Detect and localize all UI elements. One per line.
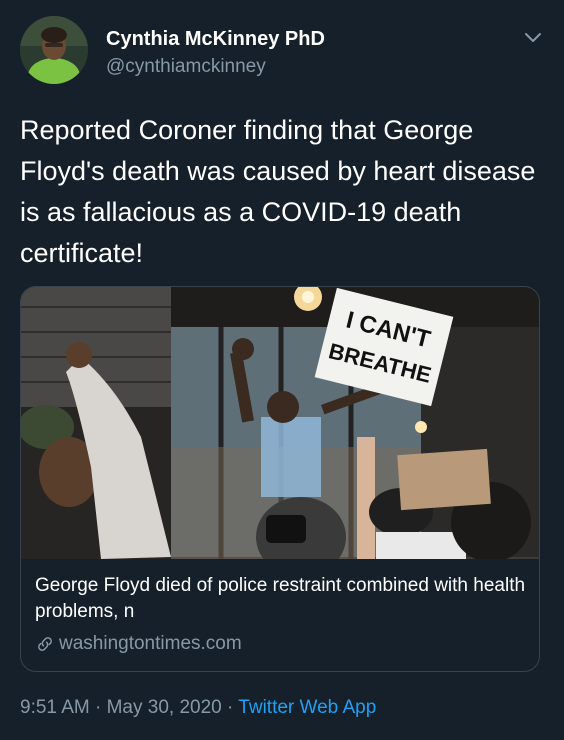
link-icon <box>38 637 52 651</box>
card-photo: I CAN'T BREATHE <box>21 287 539 559</box>
card-title: George Floyd died of police restraint co… <box>35 575 526 622</box>
card-body: George Floyd died of police restraint co… <box>35 573 529 655</box>
tweet-footer: 9:51 AM · May 30, 2020 · Twitter Web App <box>20 697 376 719</box>
tweet-date[interactable]: May 30, 2020 <box>107 697 222 718</box>
avatar[interactable] <box>20 16 88 84</box>
card-domain-text: washingtontimes.com <box>59 633 242 654</box>
tweet-text: Reported Coroner finding that George Flo… <box>20 115 536 268</box>
tweet-time[interactable]: 9:51 AM <box>20 697 90 718</box>
tweet: Cynthia McKinney PhD @cynthiamckinney Re… <box>0 0 564 740</box>
card-domain: washingtontimes.com <box>35 633 529 655</box>
footer-separator: · <box>227 697 234 718</box>
display-name[interactable]: Cynthia McKinney PhD <box>106 28 325 51</box>
user-handle[interactable]: @cynthiamckinney <box>106 56 266 78</box>
tweet-header: Cynthia McKinney PhD @cynthiamckinney <box>20 16 544 88</box>
tweet-source-link[interactable]: Twitter Web App <box>238 697 376 718</box>
footer-separator: · <box>95 697 102 718</box>
link-card[interactable]: I CAN'T BREATHE George Floyd died of pol… <box>20 286 540 672</box>
chevron-down-icon[interactable] <box>522 26 544 48</box>
